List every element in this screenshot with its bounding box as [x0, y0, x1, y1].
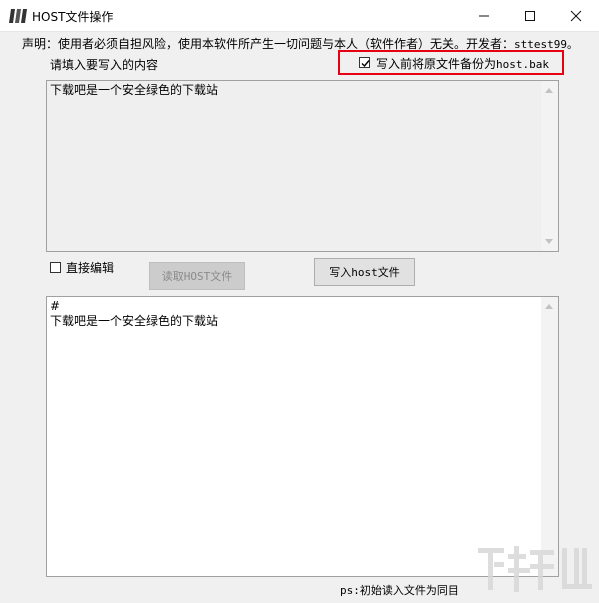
- backup-checkbox-label[interactable]: 写入前将原文件备份为host.bak: [376, 55, 549, 72]
- direct-edit-checkbox[interactable]: [50, 262, 61, 273]
- backup-option-highlight: 写入前将原文件备份为host.bak: [338, 50, 564, 75]
- maximize-button[interactable]: [507, 0, 553, 31]
- content-input-textarea[interactable]: 下载吧是一个安全绿色的下载站: [46, 80, 559, 252]
- scroll-up-icon[interactable]: [545, 88, 553, 93]
- input-prompt-label: 请填入要写入的内容: [50, 58, 159, 72]
- host-content-text: # 下载吧是一个安全绿色的下载站: [50, 299, 219, 328]
- backup-checkbox[interactable]: [359, 57, 370, 68]
- read-host-button-label: 读取HOST文件: [161, 270, 233, 283]
- minimize-button[interactable]: [461, 0, 507, 31]
- content-input-scrollbar[interactable]: [541, 81, 558, 251]
- status-message: ps:初始读入文件为同目: [340, 584, 459, 597]
- minimize-icon: [479, 15, 489, 16]
- direct-edit-label[interactable]: 直接编辑: [66, 259, 114, 276]
- disclaimer-body: 声明：使用者必须自担风险，使用本软件所产生一切问题与本人（软件作者）无关。开发者…: [22, 37, 515, 51]
- write-host-button[interactable]: 写入host文件: [314, 258, 415, 286]
- check-icon: [361, 60, 370, 68]
- status-text: ps:初始读入文件为同目: [340, 582, 459, 598]
- xiazaiba-watermark-logo: [478, 546, 592, 592]
- write-host-button-label: 写入host文件: [329, 266, 400, 279]
- backup-filename: host.bak: [496, 58, 549, 71]
- content-input-text: 下载吧是一个安全绿色的下载站: [50, 83, 219, 97]
- window-title: HOST文件操作: [32, 10, 114, 24]
- maximize-icon: [525, 10, 535, 21]
- read-host-button[interactable]: 读取HOST文件: [149, 262, 245, 290]
- host-content-scrollbar[interactable]: [541, 297, 558, 576]
- host-content-textarea[interactable]: # 下载吧是一个安全绿色的下载站: [46, 296, 559, 577]
- close-button[interactable]: [553, 0, 599, 31]
- backup-label-text: 写入前将原文件备份为: [376, 57, 497, 71]
- scroll-up-icon[interactable]: [545, 304, 553, 309]
- scroll-down-icon[interactable]: [545, 239, 553, 244]
- title-bar: HOST文件操作: [0, 0, 599, 32]
- app-logo-icon: [9, 9, 27, 23]
- close-icon: [570, 10, 582, 21]
